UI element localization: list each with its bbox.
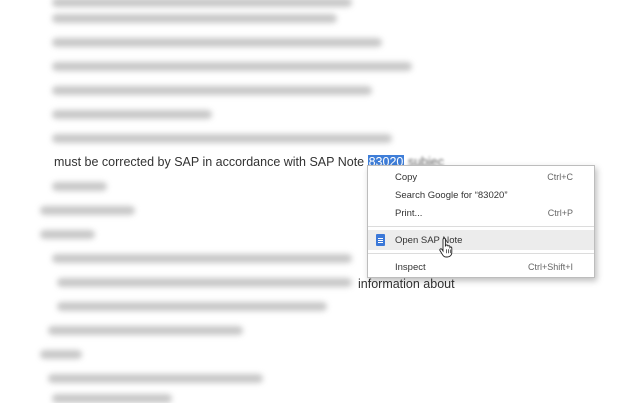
blurred-line xyxy=(40,206,135,215)
blurred-line xyxy=(48,326,243,335)
blurred-line xyxy=(52,62,412,71)
menu-item-copy[interactable]: Copy Ctrl+C xyxy=(368,167,594,187)
document-text: information about xyxy=(358,277,455,291)
menu-item-label: Inspect xyxy=(395,261,426,273)
document-page: must be corrected by SAP in accordance w… xyxy=(0,0,640,403)
blurred-line xyxy=(52,182,107,191)
hand-cursor-icon xyxy=(439,238,453,258)
document-text: must be corrected by SAP in accordance w… xyxy=(54,155,368,169)
context-menu: Copy Ctrl+C Search Google for “83020” Pr… xyxy=(367,165,595,278)
menu-item-shortcut: Ctrl+Shift+I xyxy=(527,262,573,272)
sap-note-icon xyxy=(376,234,385,246)
blurred-line xyxy=(52,0,352,7)
menu-item-open-sap-note[interactable]: Open SAP Note xyxy=(368,230,594,250)
menu-item-shortcut: Ctrl+C xyxy=(547,172,573,182)
menu-item-shortcut: Ctrl+P xyxy=(547,208,573,218)
blurred-line xyxy=(48,374,263,383)
menu-separator xyxy=(368,226,594,227)
menu-separator xyxy=(368,253,594,254)
blurred-line xyxy=(52,86,372,95)
blurred-line xyxy=(52,394,172,403)
blurred-line xyxy=(52,38,382,47)
blurred-line xyxy=(52,134,392,143)
blurred-line xyxy=(52,14,337,23)
menu-item-label: Search Google for “83020” xyxy=(395,189,508,201)
blurred-line xyxy=(40,230,95,239)
blurred-line xyxy=(57,302,327,311)
blurred-line xyxy=(57,278,352,287)
blurred-line xyxy=(52,254,352,263)
blurred-line xyxy=(40,350,82,359)
menu-item-label: Copy xyxy=(395,171,418,183)
blurred-line xyxy=(52,110,212,119)
menu-item-search-google[interactable]: Search Google for “83020” xyxy=(368,185,594,205)
document-text-line: information about xyxy=(358,276,455,292)
menu-item-inspect[interactable]: Inspect Ctrl+Shift+I xyxy=(368,257,594,277)
menu-item-label: Print... xyxy=(395,207,423,219)
menu-item-print[interactable]: Print... Ctrl+P xyxy=(368,203,594,223)
